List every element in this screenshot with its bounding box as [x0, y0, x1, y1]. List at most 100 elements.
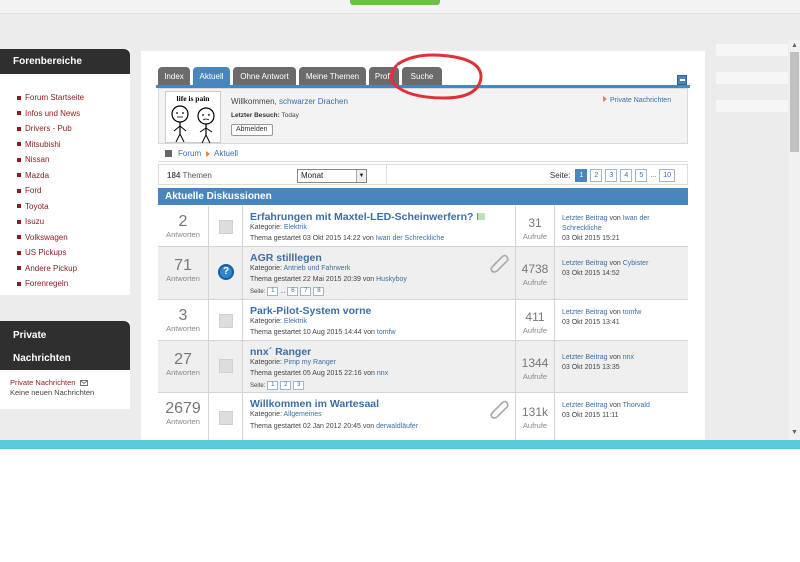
breadcrumb: Forum Aktuell [158, 144, 688, 162]
topic-category: Kategorie: Antrieb und Fahrwerk [250, 265, 350, 272]
tab-ohne-antwort[interactable]: Ohne Antwort [233, 67, 296, 86]
sidebar-item-nissan[interactable]: Nissan [17, 152, 130, 168]
last-post-author[interactable]: Cybister [623, 260, 649, 267]
sidebar-private-box: Private Nachrichten Private Nachrichten … [0, 321, 130, 409]
last-post-author[interactable]: tomfw [623, 309, 642, 316]
sidebar-item-andere-pickup[interactable]: Andere Pickup [17, 261, 130, 277]
sidebar-item-volkswagen[interactable]: Volkswagen [17, 230, 130, 246]
last-post-author[interactable]: Thorvald [623, 402, 650, 409]
last-post-author[interactable]: nnx [623, 354, 634, 361]
views-count: 4738 [521, 262, 549, 276]
topic-cell: Willkommen im Wartesaal Kategorie: Allge… [243, 393, 516, 440]
by-label: von [362, 276, 375, 283]
category-link[interactable]: Elektrik [284, 224, 307, 231]
right-rail-block [716, 100, 788, 112]
last-post-date: 03 Okt 2015 13:35 [562, 364, 620, 371]
author-link[interactable]: nnx [377, 370, 388, 377]
last-post-link[interactable]: Letzter Beitrag [562, 354, 608, 361]
browser-viewport: Forenbereiche Forum Startseite Infos und… [0, 0, 800, 440]
author-link[interactable]: tomfw [377, 329, 396, 336]
last-by-label: von [609, 354, 621, 361]
views-label: Aufrufe [522, 326, 548, 335]
started-label: Thema gestartet [250, 370, 301, 377]
topic-category: Kategorie: Allgemeines [250, 411, 322, 418]
avatar[interactable]: life is pain [165, 91, 221, 144]
author-link[interactable]: derwaldläufer [376, 423, 418, 430]
sidebar-item-toyota[interactable]: Toyota [17, 199, 130, 215]
topic-page-button[interactable]: 8 [313, 287, 325, 296]
pagination: Seite: 1 2 3 4 5 ... 10 [550, 169, 675, 182]
topic-title-link[interactable]: nnx´ Ranger [250, 346, 311, 358]
sidebar-item-mazda[interactable]: Mazda [17, 168, 130, 184]
page-button-1[interactable]: 1 [575, 169, 588, 182]
sidebar-forum-list: Forum Startseite Infos und News Drivers … [0, 74, 130, 292]
topic-page-button[interactable]: 3 [293, 381, 305, 390]
breadcrumb-current[interactable]: Aktuell [214, 149, 238, 158]
category-link[interactable]: Allgemeines [283, 411, 321, 418]
sidebar-item-infos-und-news[interactable]: Infos und News [17, 106, 130, 122]
author-link[interactable]: Huskyboy [376, 276, 407, 283]
tab-index[interactable]: Index [158, 67, 190, 86]
views-count: 1344 [521, 356, 549, 370]
last-post-link[interactable]: Letzter Beitrag [562, 260, 608, 267]
topic-pages-ellipsis: ... [280, 288, 286, 295]
last-post-link[interactable]: Letzter Beitrag [562, 215, 608, 222]
replies-count: 71 [174, 257, 192, 274]
sidebar-item-ford[interactable]: Ford [17, 183, 130, 199]
private-messages-link[interactable]: Private Nachrichten [603, 96, 671, 104]
topic-count-value: 184 [167, 171, 181, 180]
tab-aktuell[interactable]: Aktuell [193, 67, 230, 86]
sidebar-item-isuzu[interactable]: Isuzu [17, 214, 130, 230]
last-by-label: von [609, 309, 621, 316]
page-button-10[interactable]: 10 [659, 169, 675, 182]
category-link[interactable]: Antrieb und Fahrwerk [283, 265, 350, 272]
page-button-5[interactable]: 5 [635, 169, 648, 182]
sidebar-item-forenregeln[interactable]: Forenregeln [17, 276, 130, 292]
red-annotation-circle [389, 53, 483, 100]
category-link[interactable]: Pimp my Ranger [284, 359, 336, 366]
table-row: 3 Antworten Park-Pilot-System vorne Kate… [158, 300, 688, 341]
topic-page-button[interactable]: 1 [267, 381, 279, 390]
home-icon[interactable] [165, 150, 172, 157]
tab-meine-themen[interactable]: Meine Themen [299, 67, 366, 86]
logout-button[interactable]: Abmelden [231, 124, 273, 136]
author-link[interactable]: Iwan der Schreckliche [376, 235, 444, 242]
last-post-link[interactable]: Letzter Beitrag [562, 309, 608, 316]
username-link[interactable]: schwarzer Drachen [279, 97, 348, 106]
page-button-3[interactable]: 3 [605, 169, 618, 182]
sidebar-pm-link[interactable]: Private Nachrichten [10, 378, 75, 387]
scrollbar-thumb[interactable] [790, 52, 799, 152]
replies-cell: 2679 Antworten [158, 393, 209, 440]
period-select[interactable]: Monat ▼ [297, 169, 367, 183]
sidebar-item-drivers-pub[interactable]: Drivers - Pub [17, 121, 130, 137]
category-link[interactable]: Elektrik [284, 318, 307, 325]
topic-title-link[interactable]: Willkommen im Wartesaal [250, 398, 379, 410]
last-post-cell: Letzter Beitrag von Iwan der Schrecklich… [555, 206, 688, 246]
scroll-down-icon[interactable]: ▼ [791, 429, 798, 436]
last-post-link[interactable]: Letzter Beitrag [562, 402, 608, 409]
topic-started: Thema gestartet 05 Aug 2015 22:16 von nn… [250, 370, 388, 377]
topic-title-link[interactable]: Park-Pilot-System vorne [250, 305, 371, 317]
scroll-up-icon[interactable]: ▲ [791, 42, 798, 49]
sidebar-item-forum-startseite[interactable]: Forum Startseite [17, 90, 130, 106]
started-label: Thema gestartet [250, 235, 301, 242]
topic-page-button[interactable]: 2 [280, 381, 292, 390]
topic-page-button[interactable]: 7 [300, 287, 312, 296]
bottom-bar [0, 440, 800, 449]
topic-cell: Park-Pilot-System vorne Kategorie: Elekt… [243, 300, 516, 340]
page-button-4[interactable]: 4 [620, 169, 633, 182]
replies-label: Antworten [166, 324, 200, 333]
right-rail-block [716, 72, 788, 84]
page-button-2[interactable]: 2 [590, 169, 603, 182]
topic-page-button[interactable]: 6 [287, 287, 299, 296]
topic-title-link[interactable]: Erfahrungen mit Maxtel-LED-Scheinwerfern… [250, 211, 473, 223]
by-label: von [362, 423, 375, 430]
last-by-label: von [609, 402, 621, 409]
topic-page-button[interactable]: 1 [267, 287, 279, 296]
minimize-icon[interactable] [677, 75, 687, 85]
vertical-scrollbar[interactable]: ▲ ▼ [789, 40, 800, 440]
sidebar-item-mitsubishi[interactable]: Mitsubishi [17, 137, 130, 153]
sidebar-item-us-pickups[interactable]: US Pickups [17, 245, 130, 261]
topic-title-link[interactable]: AGR stilllegen [250, 252, 322, 264]
breadcrumb-forum-link[interactable]: Forum [178, 149, 201, 158]
